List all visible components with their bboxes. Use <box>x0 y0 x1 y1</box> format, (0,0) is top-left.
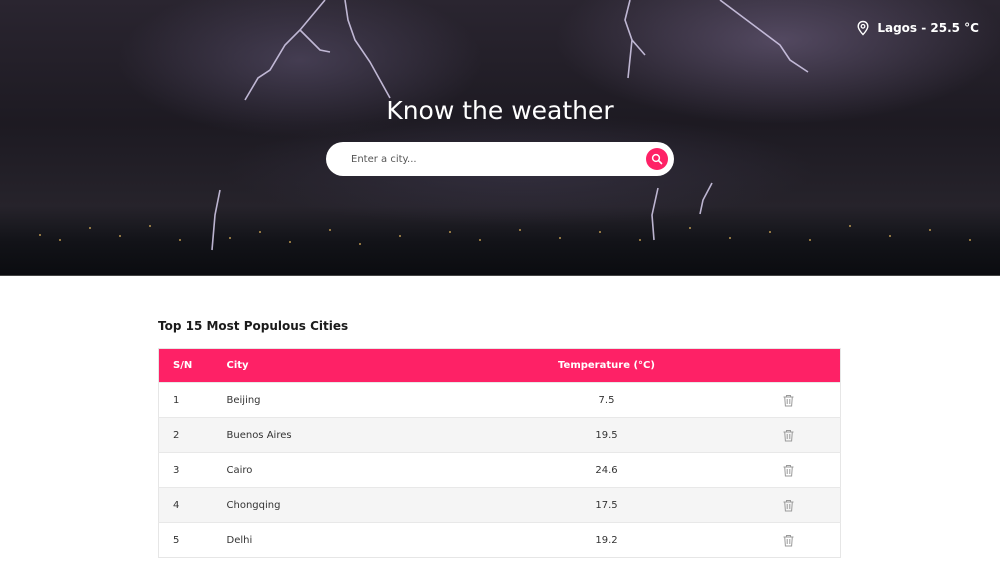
table-header-row: S/N City Temperature (°C) <box>158 348 841 383</box>
page-title: Know the weather <box>386 96 614 125</box>
table-row[interactable]: 5 Delhi 19.2 <box>158 522 841 558</box>
cell-sn: 1 <box>173 394 180 406</box>
map-pin-icon <box>857 20 869 36</box>
cell-temperature: 24.6 <box>595 464 618 476</box>
table-row[interactable]: 2 Buenos Aires 19.5 <box>158 417 841 453</box>
table-row[interactable]: 3 Cairo 24.6 <box>158 452 841 488</box>
cell-sn: 5 <box>173 534 180 546</box>
table-row[interactable]: 4 Chongqing 17.5 <box>158 487 841 523</box>
search-bar <box>326 142 674 176</box>
main-content: Top 15 Most Populous Cities S/N City Tem… <box>158 276 841 558</box>
cell-city: Cairo <box>226 464 253 476</box>
location-label: Lagos - 25.5 °C <box>877 21 979 35</box>
lightning-storm-background <box>39 0 971 251</box>
search-button[interactable] <box>646 148 668 170</box>
delete-cell <box>737 453 841 488</box>
cell-sn: 2 <box>173 429 180 441</box>
trash-icon[interactable] <box>782 394 795 407</box>
cell-city: Buenos Aires <box>226 429 292 441</box>
column-header-sn: S/N <box>173 360 193 371</box>
delete-cell <box>737 418 841 453</box>
cell-city: Beijing <box>226 394 261 406</box>
search-icon <box>651 153 663 165</box>
column-header-actions <box>737 349 841 383</box>
cell-temperature: 17.5 <box>595 499 618 511</box>
delete-cell <box>737 383 841 418</box>
delete-cell <box>737 488 841 523</box>
cell-temperature: 7.5 <box>598 394 615 406</box>
trash-icon[interactable] <box>782 429 795 442</box>
current-location[interactable]: Lagos - 25.5 °C <box>855 20 979 36</box>
search-input[interactable] <box>351 153 646 165</box>
column-header-temperature: Temperature (°C) <box>558 360 655 371</box>
cities-table: S/N City Temperature (°C) 1 Beijing 7.5 … <box>158 348 841 558</box>
cell-city: Chongqing <box>226 499 281 511</box>
cell-city: Delhi <box>226 534 253 546</box>
delete-cell <box>737 523 841 558</box>
cell-temperature: 19.2 <box>595 534 618 546</box>
trash-icon[interactable] <box>782 464 795 477</box>
city-lights <box>39 225 971 245</box>
table-title: Top 15 Most Populous Cities <box>158 319 349 333</box>
cell-sn: 4 <box>173 499 180 511</box>
column-header-city: City <box>226 360 249 371</box>
cell-temperature: 19.5 <box>595 429 618 441</box>
table-row[interactable]: 1 Beijing 7.5 <box>158 382 841 418</box>
trash-icon[interactable] <box>782 534 795 547</box>
trash-icon[interactable] <box>782 499 795 512</box>
cell-sn: 3 <box>173 464 180 476</box>
hero-banner: Lagos - 25.5 °C Know the weather <box>0 0 1000 276</box>
